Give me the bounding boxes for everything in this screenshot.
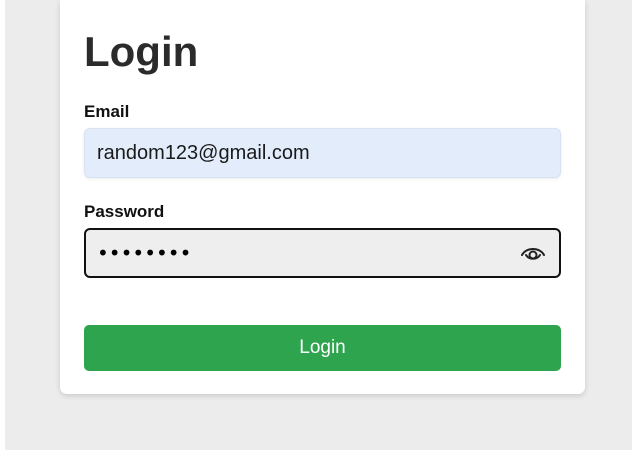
page-title: Login <box>84 28 199 75</box>
login-button[interactable]: Login <box>84 325 561 371</box>
password-input[interactable] <box>86 230 506 276</box>
eye-icon <box>521 248 545 260</box>
toggle-password-visibility-button[interactable] <box>519 242 547 264</box>
password-label: Password <box>84 202 165 221</box>
email-label: Email <box>84 102 130 121</box>
password-field[interactable] <box>84 228 561 278</box>
email-input[interactable] <box>84 128 561 178</box>
